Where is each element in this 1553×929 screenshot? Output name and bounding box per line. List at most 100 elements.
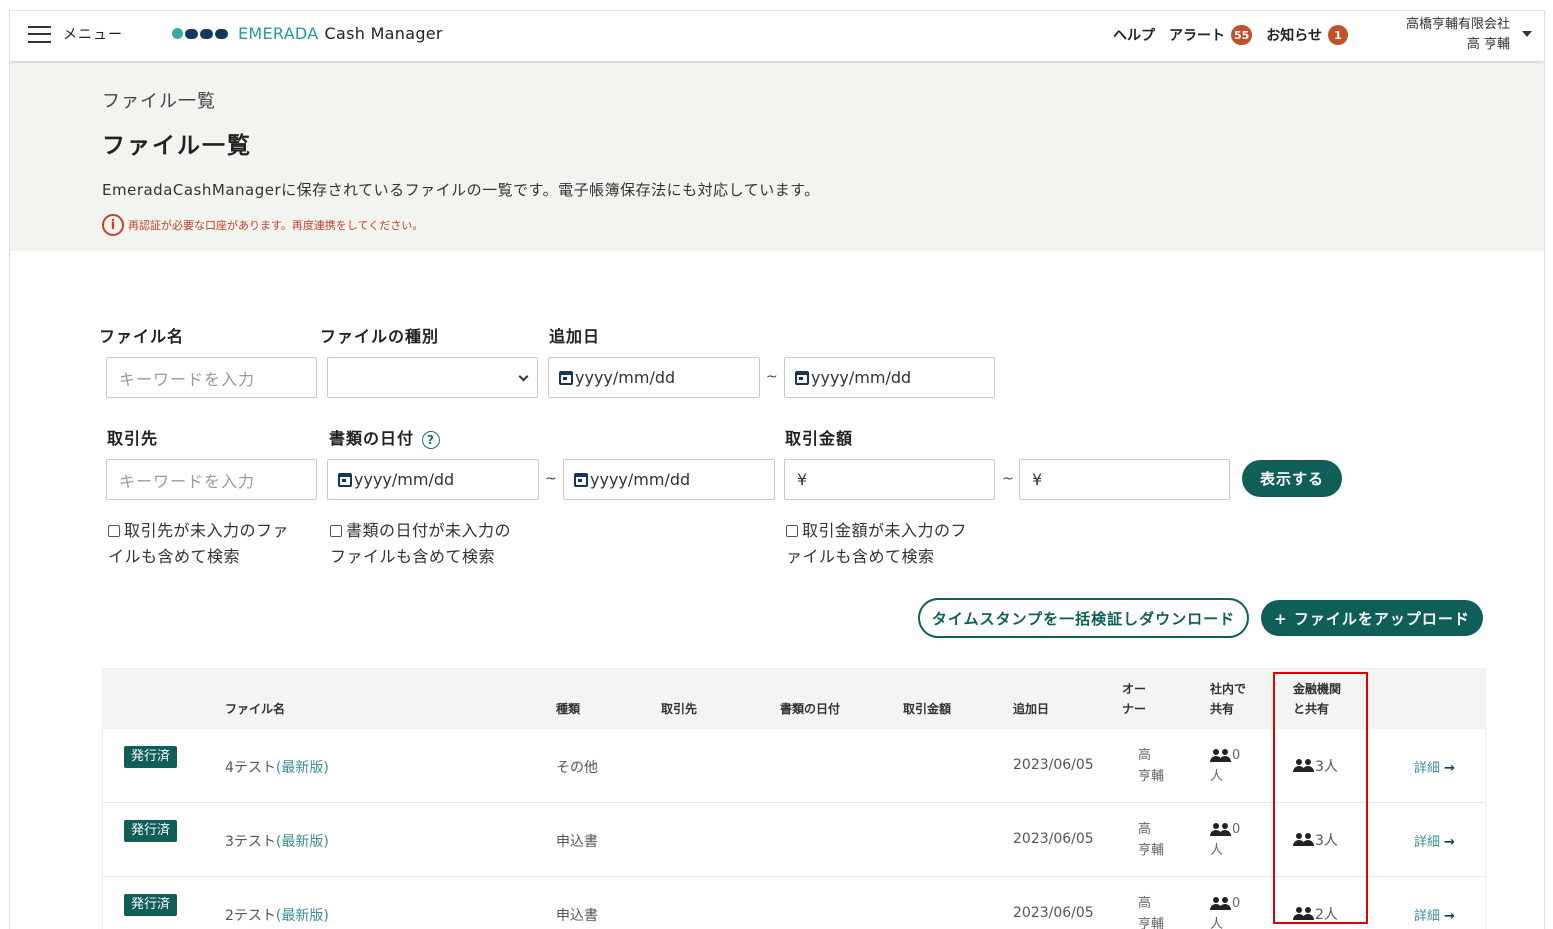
added-date-cell: 2023/06/05	[1013, 831, 1094, 847]
menu-label: メニュー	[63, 27, 123, 43]
file-name-input[interactable]: キーワードを入力	[106, 357, 317, 398]
breadcrumb[interactable]: ファイル一覧	[102, 87, 216, 113]
page-title: ファイル一覧	[102, 133, 252, 159]
th-owner[interactable]: オー ナー	[1122, 679, 1146, 719]
th-partner[interactable]: 取引先	[661, 699, 697, 719]
owner-line1: 高	[1138, 896, 1152, 911]
owner-cell: 高亨輔	[1138, 819, 1164, 861]
file-name-text: 3テスト	[225, 834, 276, 850]
upload-file-button[interactable]: + ファイルをアップロード	[1261, 600, 1483, 636]
chk-docdate-line1: 書類の日付が未入力の	[346, 521, 512, 540]
user-name: 高 亨輔	[1466, 37, 1510, 52]
alert-count-badge: 55	[1230, 25, 1253, 45]
logo-product: Cash Manager	[324, 24, 443, 43]
file-type-select[interactable]	[327, 357, 538, 398]
latest-version-link[interactable]: (最新版)	[276, 760, 329, 776]
detail-link[interactable]: 詳細 →	[1414, 905, 1455, 924]
internal-count: 0	[1232, 748, 1241, 763]
doc-date-to-input[interactable]: yyyy/mm/dd	[563, 459, 775, 500]
internal-share-cell[interactable]: 0人	[1210, 745, 1240, 787]
page-intro: ファイル一覧 ファイル一覧 EmeradaCashManagerに保存されている…	[10, 61, 1544, 251]
top-header: メニュー EMERADA Cash Manager ヘルプ アラート 55 お知ら…	[10, 11, 1544, 61]
file-name-cell[interactable]: 2テスト(最新版)	[225, 905, 329, 925]
chk-docdate-line2: ファイルも含めて検索	[330, 547, 496, 566]
file-name-label: ファイル名	[99, 327, 185, 346]
alert-label: アラート	[1168, 28, 1225, 44]
range-separator: ~	[766, 369, 778, 385]
chk-amount-line2: ァイルも含めて検索	[786, 547, 935, 566]
type-cell: 申込書	[556, 834, 598, 850]
arrow-right-icon: →	[1444, 909, 1455, 924]
added-date-from-input[interactable]: yyyy/mm/dd	[548, 357, 760, 398]
th-added[interactable]: 追加日	[1013, 699, 1049, 719]
alert-link[interactable]: アラート 55	[1168, 25, 1253, 45]
th-doc-date[interactable]: 書類の日付	[780, 699, 840, 719]
detail-label: 詳細	[1414, 761, 1441, 776]
partner-empty-checkbox[interactable]: 取引先が未入力のファ イルも含めて検索	[108, 518, 289, 570]
status-badge: 発行済	[124, 820, 178, 842]
info-icon: i	[102, 214, 124, 236]
added-date-cell: 2023/06/05	[1013, 905, 1094, 921]
partner-label: 取引先	[107, 429, 159, 448]
internal-share-cell[interactable]: 0人	[1210, 819, 1240, 861]
header-links: ヘルプ アラート 55 お知らせ 1	[1099, 25, 1348, 45]
amount-to-input[interactable]: ¥	[1019, 459, 1230, 500]
help-icon[interactable]: ?	[422, 430, 441, 449]
th-internal-share[interactable]: 社内で 共有	[1210, 679, 1246, 719]
people-icon	[1210, 822, 1232, 837]
docdate-empty-checkbox[interactable]: 書類の日付が未入力の ファイルも含めて検索	[330, 518, 511, 570]
calendar-icon	[795, 370, 809, 385]
calendar-icon	[338, 472, 352, 487]
th-type[interactable]: 種類	[556, 699, 580, 719]
internal-unit: 人	[1210, 917, 1224, 929]
chk-amount-line1: 取引金額が未入力のフ	[802, 521, 968, 540]
reauth-warning[interactable]: i 再認証が必要な口座があります。再度連携をしてください。	[102, 214, 423, 236]
amount-label: 取引金額	[785, 429, 854, 448]
arrow-right-icon: →	[1444, 761, 1455, 776]
chevron-down-icon[interactable]	[1522, 31, 1532, 37]
checkbox-icon	[786, 525, 798, 537]
logo-dots-icon	[172, 28, 230, 39]
owner-line1: 高	[1138, 822, 1152, 837]
status-badge: 発行済	[124, 894, 178, 916]
internal-unit: 人	[1210, 843, 1224, 858]
added-date-cell: 2023/06/05	[1013, 757, 1094, 773]
range-separator: ~	[545, 471, 557, 487]
doc-date-label-text: 書類の日付	[329, 429, 415, 448]
show-button[interactable]: 表示する	[1242, 460, 1342, 497]
app-logo[interactable]: EMERADA Cash Manager	[172, 24, 443, 43]
internal-share-cell[interactable]: 0人	[1210, 893, 1240, 929]
file-type-label: ファイルの種別	[320, 327, 440, 346]
file-name-text: 4テスト	[225, 760, 276, 776]
file-name-text: 2テスト	[225, 908, 276, 924]
th-owner-line1: オー	[1122, 682, 1147, 696]
chevron-down-icon	[518, 371, 529, 382]
file-name-cell[interactable]: 4テスト(最新版)	[225, 757, 329, 777]
doc-date-from-input[interactable]: yyyy/mm/dd	[327, 459, 539, 500]
amount-from-input[interactable]: ¥	[784, 459, 995, 500]
detail-link[interactable]: 詳細 →	[1414, 831, 1455, 850]
partner-input[interactable]: キーワードを入力	[106, 459, 317, 500]
owner-cell: 高亨輔	[1138, 893, 1164, 929]
type-cell: 申込書	[556, 908, 598, 924]
page-description: EmeradaCashManagerに保存されているファイルの一覧です。電子帳簿…	[102, 181, 820, 199]
file-name-cell[interactable]: 3テスト(最新版)	[225, 831, 329, 851]
th-amount[interactable]: 取引金額	[903, 699, 951, 719]
account-menu[interactable]: 高橋亨輔有限会社 高 亨輔	[1406, 15, 1510, 55]
added-date-label: 追加日	[549, 327, 601, 346]
added-date-to-placeholder: yyyy/mm/dd	[811, 368, 912, 387]
added-date-from-placeholder: yyyy/mm/dd	[575, 368, 676, 387]
detail-link[interactable]: 詳細 →	[1414, 757, 1455, 776]
help-link[interactable]: ヘルプ	[1113, 25, 1155, 45]
verify-timestamp-download-button[interactable]: タイムスタンプを一括検証しダウンロード	[918, 598, 1249, 638]
menu-button[interactable]: メニュー	[28, 24, 123, 44]
th-file-name[interactable]: ファイル名	[225, 699, 285, 719]
amount-empty-checkbox[interactable]: 取引金額が未入力のフ ァイルも含めて検索	[786, 518, 967, 570]
owner-line2: 亨輔	[1138, 769, 1165, 784]
latest-version-link[interactable]: (最新版)	[276, 834, 329, 850]
internal-count: 0	[1232, 822, 1241, 837]
notice-link[interactable]: お知らせ 1	[1266, 25, 1348, 45]
added-date-to-input[interactable]: yyyy/mm/dd	[784, 357, 995, 398]
latest-version-link[interactable]: (最新版)	[276, 908, 329, 924]
status-badge: 発行済	[124, 746, 178, 768]
